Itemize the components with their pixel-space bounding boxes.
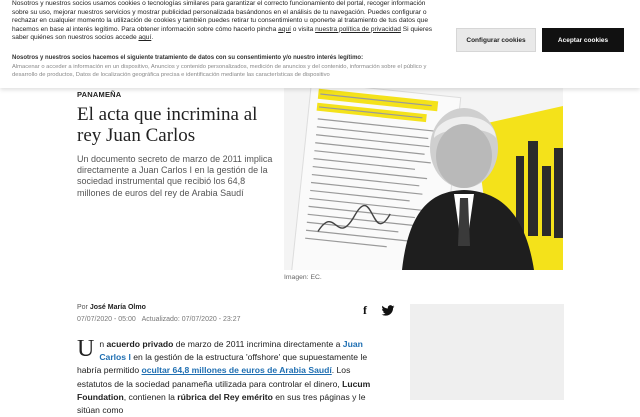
published-date: 07/07/2020 - 05:00 <box>77 316 136 323</box>
byline: Por José María Olmo <box>77 304 146 311</box>
cookie-text-part: o visita <box>290 25 316 33</box>
facebook-icon[interactable]: f <box>359 304 371 316</box>
body-bold: rúbrica del Rey emérito <box>177 391 273 402</box>
privacy-policy-link[interactable]: nuestra política de privacidad <box>315 26 401 33</box>
image-caption: Imagen: EC. <box>284 274 322 281</box>
cookie-purpose-text: Almacenar o acceder a información en un … <box>12 64 427 78</box>
body-text: de marzo de 2011 incrimina directamente … <box>173 339 343 349</box>
cookie-text-part: . <box>151 34 154 42</box>
ad-placeholder <box>410 304 564 400</box>
cookie-notice-text: Nosotros y nuestros socios usamos cookie… <box>12 0 442 43</box>
cookie-banner: Nosotros y nuestros socios usamos cookie… <box>0 0 640 88</box>
body-text: n <box>99 339 107 349</box>
twitter-icon[interactable] <box>381 304 395 316</box>
body-bold: acuerdo privado <box>106 339 174 349</box>
author-name[interactable]: José María Olmo <box>90 304 146 311</box>
article-subheadline: Un documento secreto de marzo de 2011 im… <box>77 154 273 198</box>
accept-cookies-button[interactable]: Aceptar cookies <box>542 28 624 52</box>
partners-link[interactable]: aquí <box>138 34 151 41</box>
body-text: , contienen la <box>123 391 178 402</box>
cookie-purpose-title: Nosotros y nuestros socios hacemos el si… <box>12 55 364 61</box>
ocultar-millones-link[interactable]: ocultar 64,8 millones de euros de Arabia… <box>142 365 332 375</box>
updated-prefix: Actualizado: <box>141 316 180 323</box>
updated-date: 07/07/2020 - 23:27 <box>181 316 241 323</box>
configure-cookies-button[interactable]: Configurar cookies <box>456 28 536 52</box>
byline-prefix: Por <box>77 304 88 311</box>
article-dates: 07/07/2020 - 05:00 Actualizado: 07/07/20… <box>77 316 241 323</box>
article-headline: El acta que incrimina al rey Juan Carlos <box>77 104 258 146</box>
cookie-info-link[interactable]: aquí <box>278 26 291 33</box>
article-body: Un acuerdo privado de marzo de 2011 incr… <box>77 336 383 417</box>
hero-illustration <box>291 86 563 270</box>
hero-image <box>284 86 563 270</box>
section-label[interactable]: PANAMEÑA <box>77 90 121 99</box>
dropcap: U <box>77 336 95 362</box>
